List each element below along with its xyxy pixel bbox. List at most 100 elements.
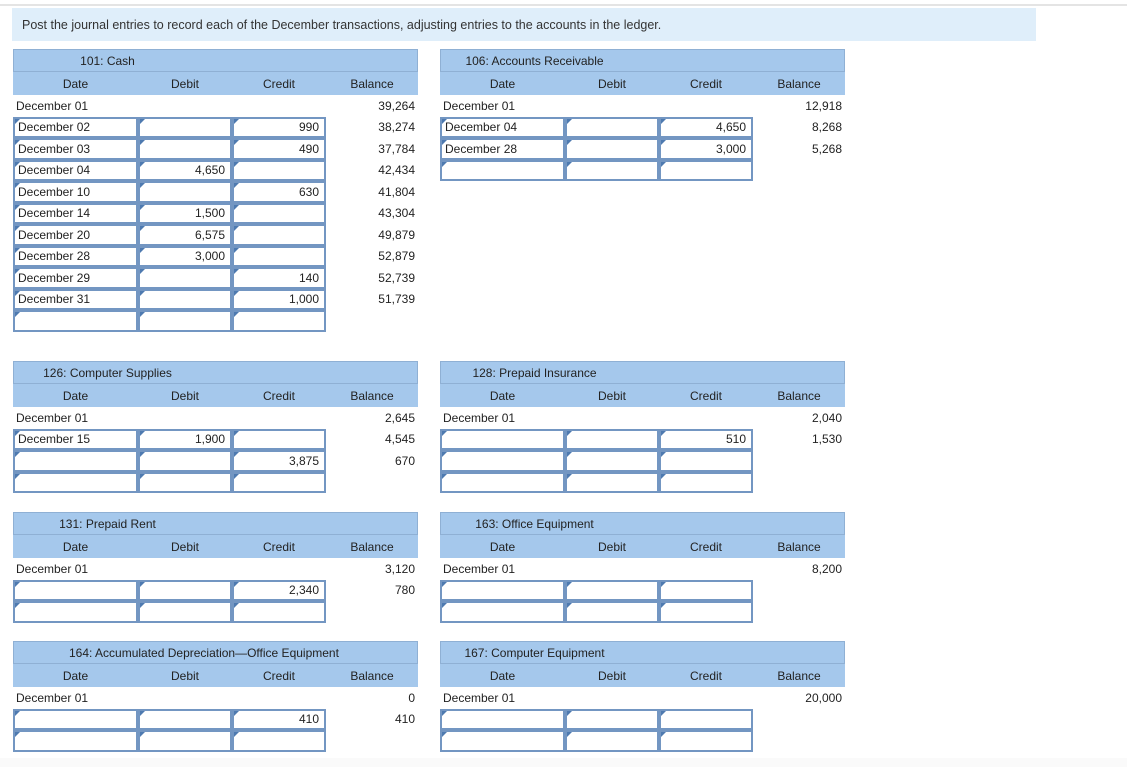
date-field[interactable]: [440, 471, 565, 493]
date-field[interactable]: [440, 428, 565, 450]
credit-field[interactable]: 1,000: [232, 288, 326, 310]
date-field[interactable]: [13, 579, 138, 601]
debit-field[interactable]: [138, 267, 232, 289]
credit-field[interactable]: [232, 471, 326, 493]
debit-field[interactable]: [138, 471, 232, 493]
credit-field[interactable]: 630: [232, 181, 326, 203]
credit-field[interactable]: 490: [232, 138, 326, 160]
date-field[interactable]: [440, 579, 565, 601]
debit-field[interactable]: [565, 708, 659, 730]
debit-field[interactable]: 4,650: [138, 159, 232, 181]
debit-field[interactable]: [565, 116, 659, 138]
top-divider: [0, 4, 1127, 6]
date-field[interactable]: December 02: [13, 116, 138, 138]
date-field[interactable]: December 03: [13, 138, 138, 160]
debit-field[interactable]: [138, 708, 232, 730]
credit-field[interactable]: [659, 471, 753, 493]
date-field[interactable]: [440, 601, 565, 623]
date-field[interactable]: December 31: [13, 288, 138, 310]
debit-field[interactable]: [565, 138, 659, 160]
ledger-row: December 01 8,200: [440, 558, 845, 580]
debit-field[interactable]: [565, 471, 659, 493]
credit-field[interactable]: [232, 428, 326, 450]
debit-field[interactable]: [138, 116, 232, 138]
ledger-title: 106: Accounts Receivable: [465, 53, 604, 68]
debit-field[interactable]: [138, 601, 232, 623]
credit-field: [659, 95, 753, 117]
debit-field[interactable]: 3,000: [138, 245, 232, 267]
debit-field: [565, 95, 659, 117]
credit-field[interactable]: [659, 579, 753, 601]
debit-field[interactable]: [138, 288, 232, 310]
ledger-prepaid-insurance: 128: Prepaid Insurance Date Debit Credit Bal…: [440, 361, 845, 493]
date-field[interactable]: [13, 450, 138, 472]
credit-field[interactable]: [659, 159, 753, 181]
date-field[interactable]: [440, 450, 565, 472]
ledger-row: December 03 490 37,784: [13, 138, 418, 160]
column-header-credit: Credit: [689, 76, 722, 91]
credit-field[interactable]: 990: [232, 116, 326, 138]
credit-field[interactable]: [659, 730, 753, 752]
credit-field[interactable]: [232, 730, 326, 752]
debit-field[interactable]: [565, 730, 659, 752]
date-field[interactable]: [13, 708, 138, 730]
credit-field: [659, 558, 753, 580]
credit-field: [659, 687, 753, 709]
date-field[interactable]: [440, 730, 565, 752]
debit-field[interactable]: [565, 579, 659, 601]
date-field[interactable]: [13, 310, 138, 332]
debit-field[interactable]: [565, 159, 659, 181]
credit-field[interactable]: [232, 224, 326, 246]
date-field[interactable]: December 28: [440, 138, 565, 160]
ledger-title: 167: Computer Equipment: [464, 645, 605, 660]
debit-field[interactable]: [138, 730, 232, 752]
date-field[interactable]: [440, 708, 565, 730]
debit-field[interactable]: [138, 579, 232, 601]
debit-field[interactable]: [138, 181, 232, 203]
date-field[interactable]: [13, 730, 138, 752]
credit-field[interactable]: [232, 310, 326, 332]
date-field[interactable]: December 04: [13, 159, 138, 181]
date-field[interactable]: [13, 601, 138, 623]
credit-field[interactable]: [659, 450, 753, 472]
credit-field[interactable]: [659, 708, 753, 730]
debit-field[interactable]: [138, 138, 232, 160]
credit-field[interactable]: 410: [232, 708, 326, 730]
balance-value: [326, 730, 418, 752]
date-field[interactable]: December 15: [13, 428, 138, 450]
credit-field[interactable]: [232, 159, 326, 181]
debit-field[interactable]: 1,900: [138, 428, 232, 450]
date-field[interactable]: December 04: [440, 116, 565, 138]
credit-field[interactable]: [232, 245, 326, 267]
ledger-row: [13, 601, 418, 623]
date-field: December 01: [443, 410, 516, 425]
credit-field[interactable]: 2,340: [232, 579, 326, 601]
credit-field[interactable]: 510: [659, 428, 753, 450]
credit-field: [232, 95, 326, 117]
credit-field[interactable]: 4,650: [659, 116, 753, 138]
ledger-header: 164: Accumulated Depreciation—Office Equ…: [13, 641, 418, 664]
credit-field[interactable]: [232, 601, 326, 623]
credit-field[interactable]: 3,875: [232, 450, 326, 472]
date-field[interactable]: December 28: [13, 245, 138, 267]
credit-field: [232, 558, 326, 580]
date-field[interactable]: [440, 159, 565, 181]
debit-field[interactable]: [565, 450, 659, 472]
instruction-banner: Post the journal entries to record each …: [12, 8, 1036, 41]
date-field[interactable]: December 29: [13, 267, 138, 289]
debit-field[interactable]: [138, 310, 232, 332]
credit-field[interactable]: [659, 601, 753, 623]
debit-field[interactable]: [565, 601, 659, 623]
date-field[interactable]: December 14: [13, 202, 138, 224]
date-field[interactable]: December 20: [13, 224, 138, 246]
credit-field[interactable]: 3,000: [659, 138, 753, 160]
debit-field[interactable]: [138, 450, 232, 472]
debit-field[interactable]: [565, 428, 659, 450]
credit-field[interactable]: [232, 202, 326, 224]
date-field[interactable]: [13, 471, 138, 493]
credit-field[interactable]: 140: [232, 267, 326, 289]
date-field[interactable]: December 10: [13, 181, 138, 203]
debit-field[interactable]: 1,500: [138, 202, 232, 224]
debit-field[interactable]: 6,575: [138, 224, 232, 246]
balance-value: 12,918: [805, 98, 842, 113]
